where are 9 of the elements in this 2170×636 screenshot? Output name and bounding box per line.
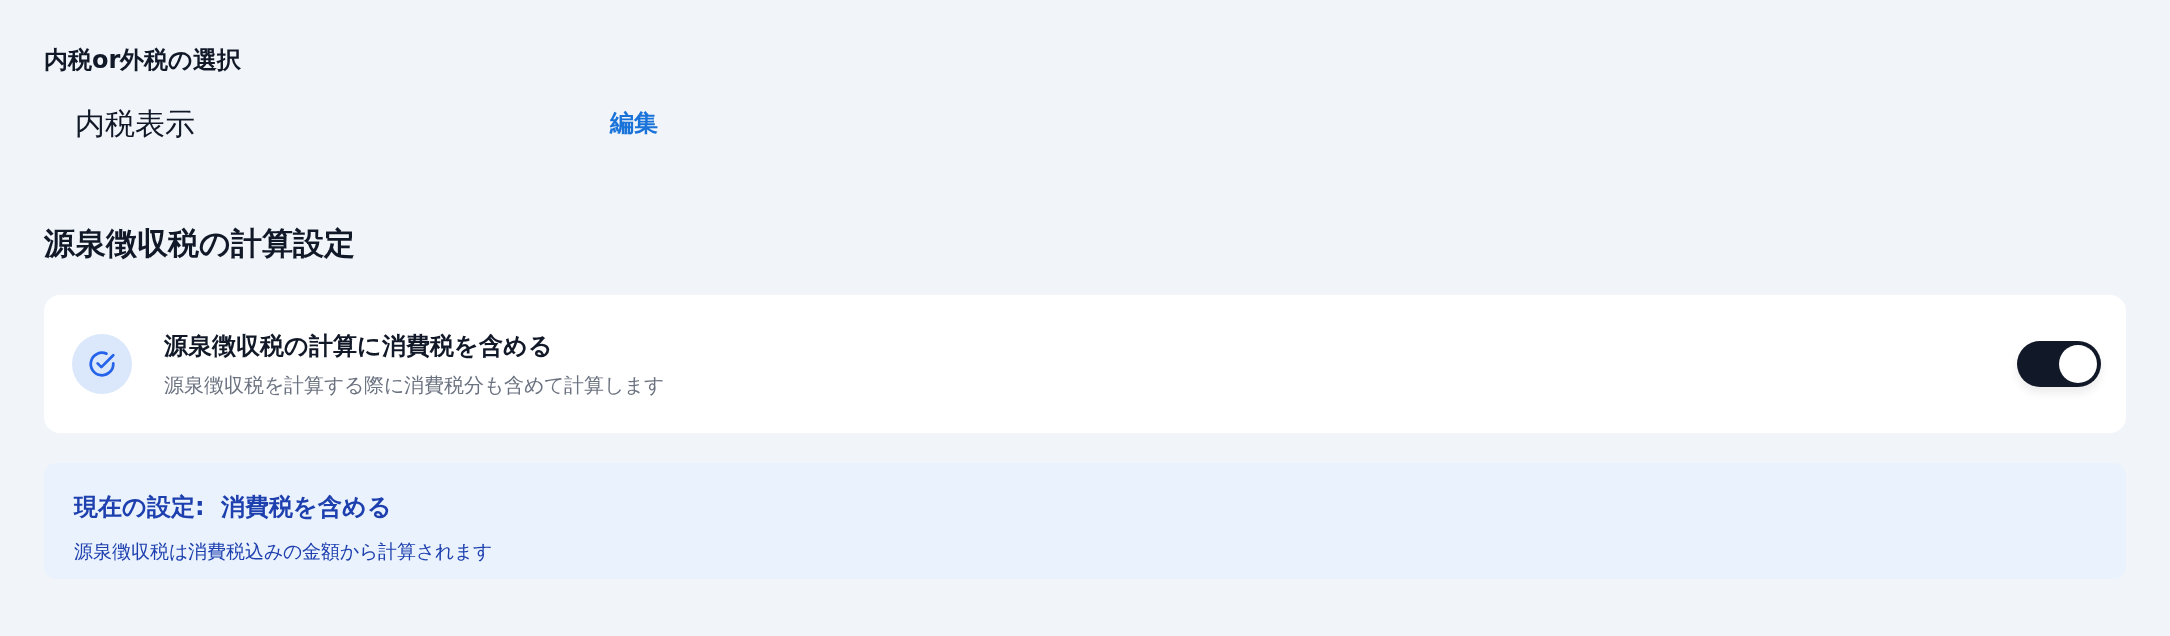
info-text: 源泉徴収税は消費税込みの金額から計算されます bbox=[74, 538, 493, 564]
setting-value: 内税表示 bbox=[75, 104, 196, 143]
edit-link[interactable]: 編集 bbox=[610, 105, 658, 141]
info-title: 現在の設定: 消費税を含める bbox=[74, 491, 394, 523]
setting-description: 源泉徴収税を計算する際に消費税分も含めて計算します bbox=[164, 371, 665, 399]
toggle-switch[interactable] bbox=[2017, 340, 2101, 387]
setting-label: 源泉徴収税の計算に消費税を含める bbox=[164, 330, 554, 362]
section-title: 源泉徴収税の計算設定 bbox=[44, 224, 356, 263]
section-title: 内税or外税の選択 bbox=[44, 45, 243, 76]
